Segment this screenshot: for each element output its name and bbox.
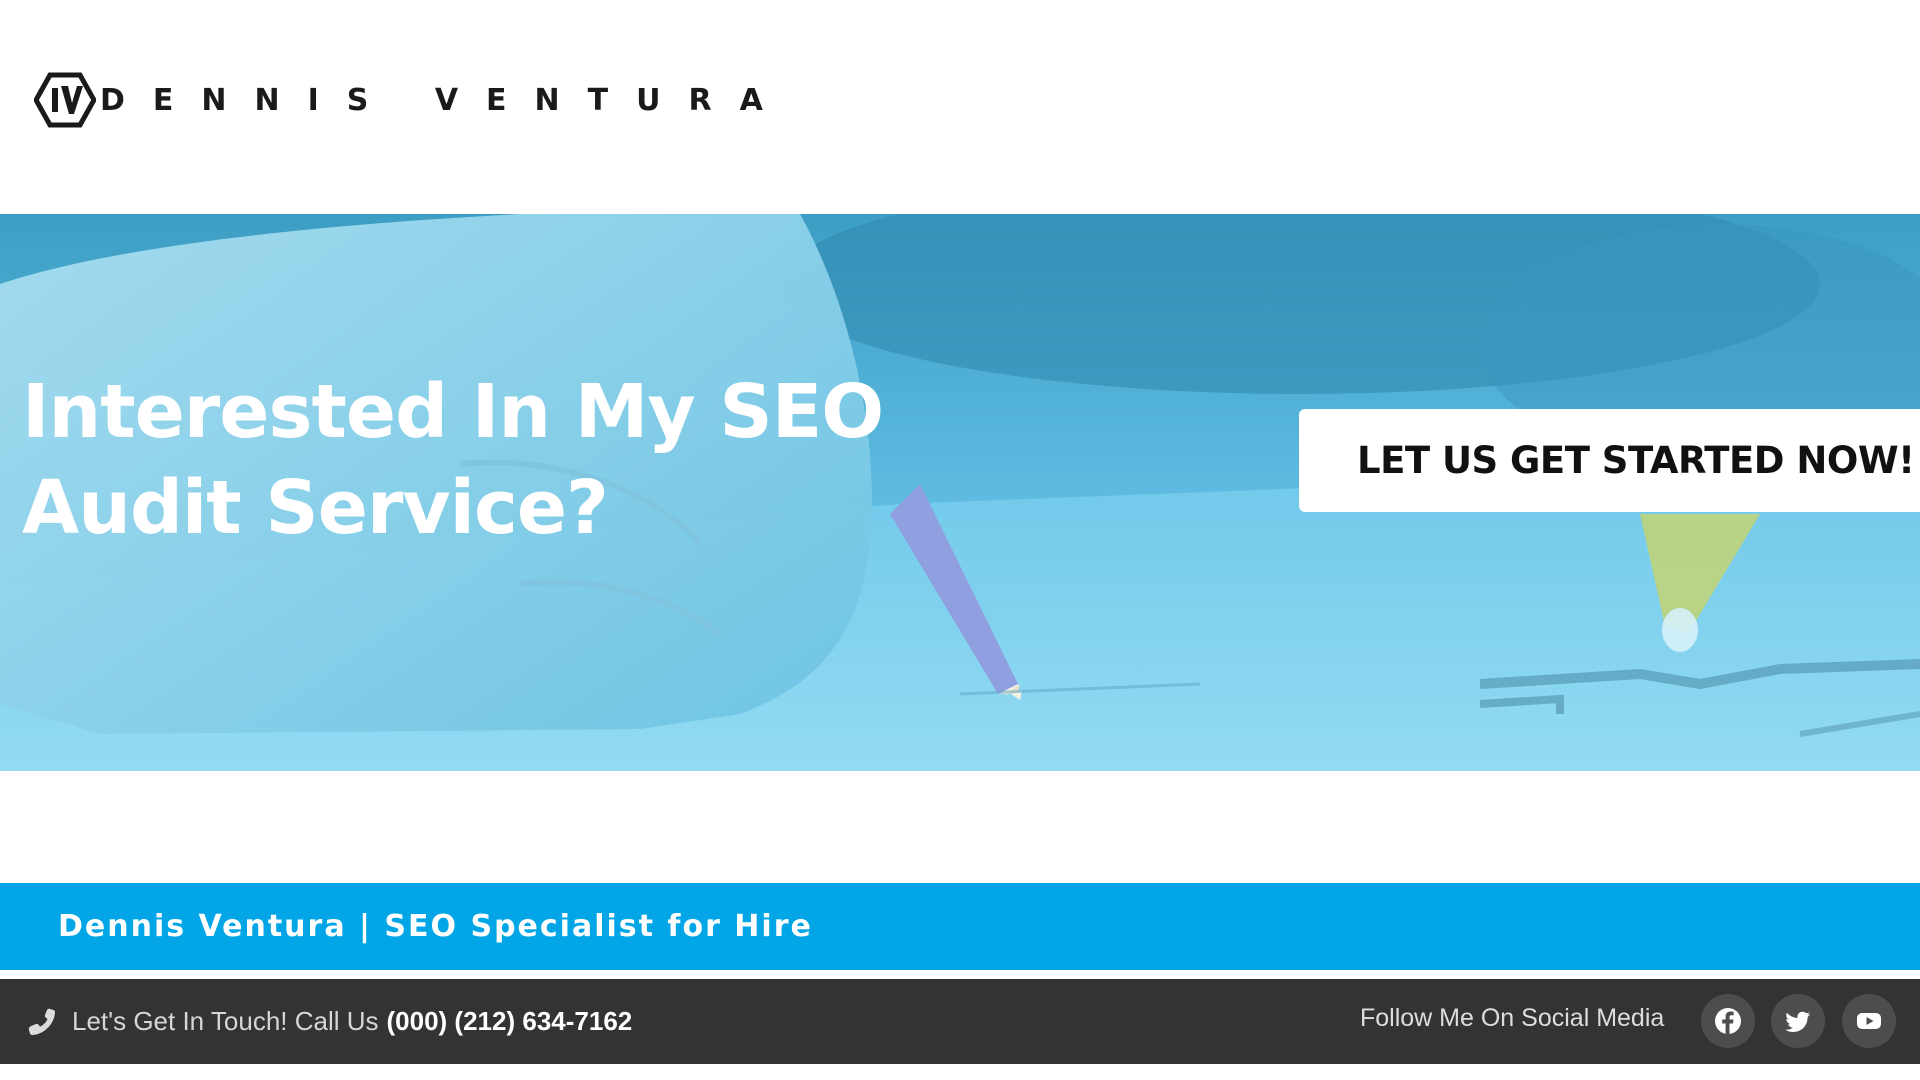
contact-info: Let's Get In Touch! Call Us (000) (212) …	[26, 979, 632, 1064]
bottom-strip	[0, 1064, 1920, 1080]
logo-text: DENNIS VENTURA	[100, 82, 791, 118]
contact-lead-text: Let's Get In Touch! Call Us	[72, 1006, 379, 1036]
hero-banner: Interested In My SEO Audit Service? LET …	[0, 214, 1920, 771]
phone-number-link[interactable]: (000) (212) 634-7162	[387, 1006, 633, 1037]
youtube-button[interactable]	[1842, 994, 1896, 1048]
twitter-icon	[1785, 1011, 1810, 1032]
hero-title: Interested In My SEO Audit Service?	[22, 369, 884, 551]
site-header: DENNIS VENTURA	[0, 0, 1920, 214]
facebook-button[interactable]	[1701, 994, 1755, 1048]
dv-logo-icon	[34, 72, 96, 128]
youtube-icon	[1857, 1013, 1881, 1029]
footer-bar: Let's Get In Touch! Call Us (000) (212) …	[0, 979, 1920, 1064]
facebook-icon	[1715, 1008, 1741, 1034]
follow-text: Follow Me On Social Media	[1360, 1003, 1665, 1032]
site-tagline: Dennis Ventura | SEO Specialist for Hire	[58, 909, 813, 944]
get-started-button[interactable]: LET US GET STARTED NOW!	[1299, 409, 1920, 512]
tagline-bar: Dennis Ventura | SEO Specialist for Hire	[0, 883, 1920, 970]
content-spacer	[0, 771, 1920, 883]
site-logo[interactable]: DENNIS VENTURA	[34, 70, 791, 130]
footer-divider	[0, 970, 1920, 979]
phone-icon	[28, 1008, 55, 1035]
twitter-button[interactable]	[1771, 994, 1825, 1048]
